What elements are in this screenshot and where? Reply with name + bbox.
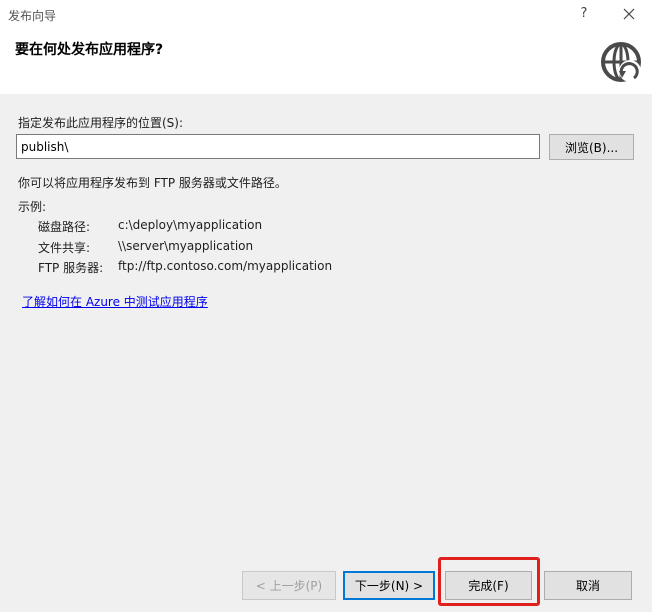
close-icon [623,8,635,20]
next-button[interactable]: 下一步(N) > [343,571,435,600]
example-ftp-label: FTP 服务器: [38,261,104,275]
publish-description: 你可以将应用程序发布到 FTP 服务器或文件路径。 [18,176,287,190]
example-share-value: \\server\myapplication [118,239,254,253]
examples-label: 示例: [18,200,47,214]
finish-button[interactable]: 完成(F) [445,571,532,600]
browse-button[interactable]: 浏览(B)... [549,134,634,160]
example-disk-value: c:\deploy\myapplication [118,218,263,232]
window-title: 发布向导 [8,9,57,23]
cancel-button[interactable]: 取消 [544,571,632,600]
help-button[interactable]: ? [572,3,596,25]
title-bar: 发布向导 ? [0,0,652,28]
publish-location-input[interactable] [16,134,540,159]
example-share-label: 文件共享: [38,241,91,255]
close-button[interactable] [616,3,642,25]
globe-publish-icon [601,42,641,82]
page-title: 要在何处发布应用程序? [15,42,164,58]
azure-test-link[interactable]: 了解如何在 Azure 中测试应用程序 [22,293,208,310]
example-disk-label: 磁盘路径: [38,220,91,234]
wizard-body: 指定发布此应用程序的位置(S): 浏览(B)... 你可以将应用程序发布到 FT… [0,94,652,550]
previous-button[interactable]: < 上一步(P) [242,571,336,600]
wizard-footer: < 上一步(P) 下一步(N) > 完成(F) 取消 [0,550,652,612]
wizard-header: 要在何处发布应用程序? [0,28,652,94]
example-ftp-value: ftp://ftp.contoso.com/myapplication [118,259,333,273]
location-label: 指定发布此应用程序的位置(S): [18,116,184,130]
